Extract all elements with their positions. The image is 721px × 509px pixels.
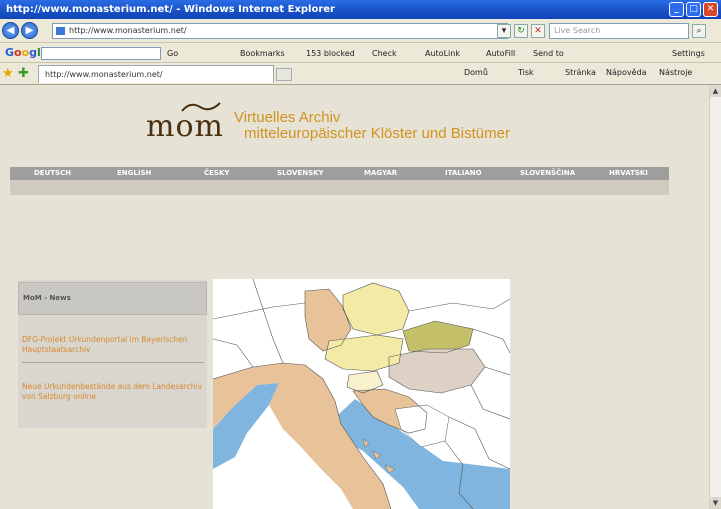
news-sidebar: MoM - News DFG-Projekt Urkundenportal im…	[18, 280, 207, 428]
news-link[interactable]: DFG-Projekt Urkundenportal im Bayerische…	[22, 335, 204, 355]
refresh-icon[interactable]: ↻	[514, 24, 528, 38]
lang-english[interactable]: English	[117, 167, 151, 180]
address-toolbar: ◀ ▶ http://www.monasterium.net/ ▾ ↻ ✕ Li…	[0, 19, 721, 43]
page-icon	[56, 27, 65, 35]
settings-button[interactable]: Settings	[672, 47, 705, 60]
add-favorite-icon[interactable]: ✚	[18, 66, 29, 81]
home-button[interactable]: Domů	[464, 68, 488, 77]
language-menu-shadow	[10, 180, 669, 195]
lang-deutsch[interactable]: Deutsch	[34, 167, 71, 180]
forward-icon[interactable]: ▶	[21, 22, 38, 39]
news-link[interactable]: Neue Urkundenbestände aus dem Landesarch…	[22, 382, 204, 402]
maximize-button[interactable]: □	[686, 2, 701, 17]
stop-icon[interactable]: ✕	[531, 24, 545, 38]
language-menu: Deutsch English Česky Slovensky Magyar I…	[10, 167, 669, 180]
address-text: http://www.monasterium.net/	[69, 26, 187, 35]
back-icon[interactable]: ◀	[2, 22, 19, 39]
address-field[interactable]: http://www.monasterium.net/	[52, 23, 508, 39]
help-button[interactable]: Nápověda	[606, 68, 647, 77]
page-content: mom Virtuelles Archiv mitteleuropäischer…	[0, 85, 709, 509]
check-button[interactable]: Check	[372, 47, 397, 60]
central-europe-map[interactable]	[213, 279, 510, 509]
browser-tab[interactable]: http://www.monasterium.net/	[38, 65, 274, 83]
page-menu-button[interactable]: Stránka	[565, 68, 596, 77]
site-logo[interactable]: mom	[146, 109, 224, 144]
autofill-button[interactable]: AutoFill	[486, 47, 515, 60]
lang-cesky[interactable]: Česky	[204, 167, 229, 180]
lang-slovensky[interactable]: Slovensky	[277, 167, 324, 180]
page-scrollbar[interactable]: ▲ ▼	[709, 85, 721, 509]
window-titlebar: http://www.monasterium.net/ - Windows In…	[0, 0, 721, 19]
google-toolbar: Google Go Bookmarks 153 blocked Check Au…	[0, 43, 721, 63]
tools-menu-button[interactable]: Nástroje	[659, 68, 692, 77]
news-heading: MoM - News	[18, 282, 207, 315]
news-divider	[22, 362, 204, 363]
autolink-button[interactable]: AutoLink	[425, 47, 460, 60]
tab-title: http://www.monasterium.net/	[45, 70, 163, 79]
print-button[interactable]: Tisk	[518, 68, 534, 77]
send-to-button[interactable]: Send to	[533, 47, 564, 60]
address-dropdown-icon[interactable]: ▾	[497, 24, 511, 38]
site-title-line1: Virtuelles Archiv	[234, 109, 341, 126]
lang-slovenscina[interactable]: Slovenščina	[520, 167, 575, 180]
tab-toolbar: ★ ✚ http://www.monasterium.net/ Domů Tis…	[0, 63, 721, 85]
region-map[interactable]	[213, 279, 510, 509]
search-icon[interactable]: ⌕	[692, 24, 706, 38]
google-go-button[interactable]: Go	[167, 47, 178, 60]
search-input[interactable]: Live Search	[549, 23, 689, 39]
close-button[interactable]: ✕	[703, 2, 718, 17]
favorites-star-icon[interactable]: ★	[2, 66, 14, 81]
new-tab-button[interactable]	[276, 68, 292, 81]
lang-magyar[interactable]: Magyar	[364, 167, 397, 180]
lang-italiano[interactable]: Italiano	[445, 167, 482, 180]
window-title: http://www.monasterium.net/ - Windows In…	[6, 4, 335, 15]
popup-blocked-button[interactable]: 153 blocked	[306, 47, 355, 60]
minimize-button[interactable]: _	[669, 2, 684, 17]
lang-hrvatski[interactable]: Hrvatski	[609, 167, 648, 180]
scroll-up-icon[interactable]: ▲	[710, 85, 721, 97]
scroll-down-icon[interactable]: ▼	[710, 497, 721, 509]
site-title-line2: mitteleuropäischer Klöster und Bistümer	[244, 125, 510, 142]
google-search-input[interactable]	[41, 47, 161, 60]
bookmarks-button[interactable]: Bookmarks	[240, 47, 285, 60]
